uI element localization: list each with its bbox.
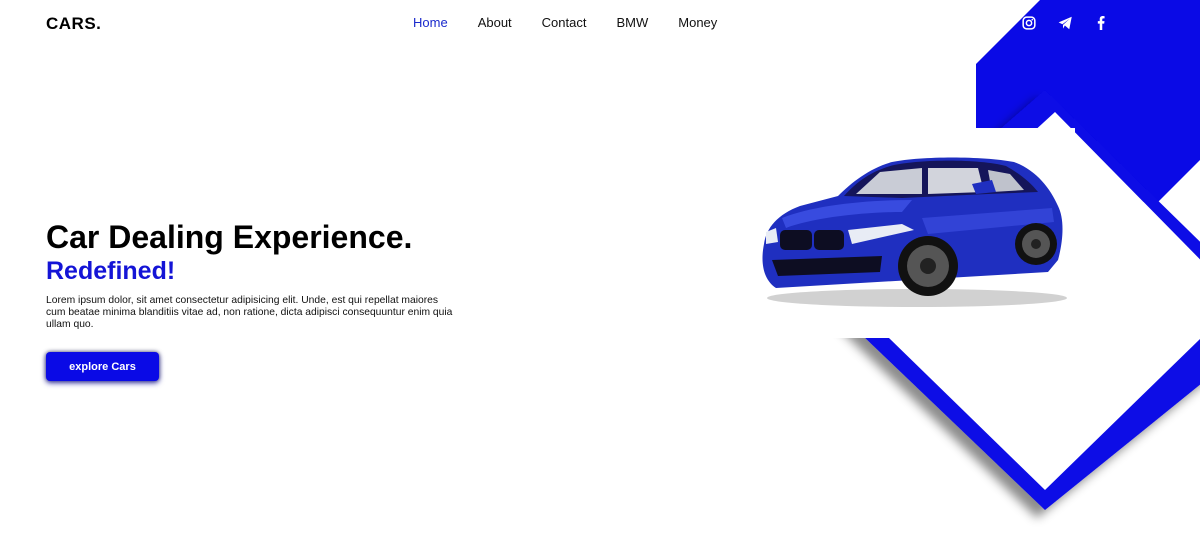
telegram-icon[interactable] (1057, 15, 1073, 31)
facebook-icon[interactable] (1093, 15, 1109, 31)
car-image (762, 157, 1067, 307)
instagram-icon[interactable] (1021, 15, 1037, 31)
page: CARS. Home About Contact BMW Money Car D… (0, 0, 1200, 533)
hero-title: Car Dealing Experience. (46, 219, 413, 255)
explore-cars-button[interactable]: explore Cars (46, 352, 159, 381)
hero-description: Lorem ipsum dolor, sit amet consectetur … (46, 295, 453, 330)
social-links (1021, 15, 1109, 31)
hero-subtitle: Redefined! (46, 257, 176, 285)
hero-section: Car Dealing Experience. Redefined! Lorem… (46, 218, 466, 331)
